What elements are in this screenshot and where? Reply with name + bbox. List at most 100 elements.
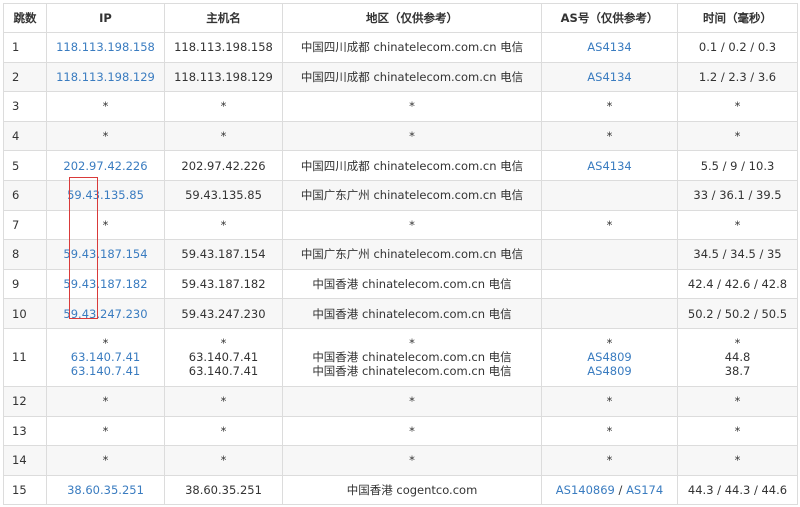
cell-hop: 12 (3, 385, 47, 417)
region-value: 中国香港 chinatelecom.com.cn 电信 (312, 364, 512, 379)
as-link[interactable]: AS174 (626, 483, 663, 497)
ip-value: * (102, 423, 109, 438)
ip-value: * (102, 336, 109, 351)
ip-value[interactable]: 38.60.35.251 (67, 483, 144, 497)
cell-host: 59.43.135.85 (164, 179, 283, 211)
time-value: 44.3 / 44.3 / 44.6 (687, 483, 788, 498)
ip-value: * (102, 217, 109, 232)
cell-region: 中国香港 cogentco.com (282, 474, 542, 506)
as-value[interactable]: AS4134 (587, 40, 631, 54)
cell-ip: 59.43.187.154 (46, 239, 165, 270)
cell-as (541, 239, 678, 270)
host-value: * (220, 129, 227, 144)
cell-host: 118.113.198.158 (164, 32, 283, 63)
hop-value: 12 (12, 394, 27, 409)
time-value: 1.2 / 2.3 / 3.6 (698, 69, 777, 84)
cell-hop: 5 (3, 150, 47, 181)
time-value: 5.5 / 9 / 10.3 (700, 158, 775, 173)
cell-time: * 44.8 38.7 (677, 327, 798, 387)
cell-region: * (282, 385, 542, 417)
region-value: 中国四川成都 chinatelecom.com.cn 电信 (300, 158, 524, 173)
cell-hop: 7 (3, 209, 47, 241)
cell-region: * (282, 415, 542, 447)
ip-value[interactable]: 59.43.135.85 (67, 188, 144, 202)
cell-region: * 中国香港 chinatelecom.com.cn 电信 中国香港 chinate… (282, 327, 542, 387)
hop-value: 13 (12, 423, 27, 438)
region-value: * (409, 99, 415, 114)
traceroute-table: 跳数 IP 主机名 地区（仅供参考） AS号（仅供参考） 时间（毫秒） 1 118… (3, 3, 798, 506)
cell-host: * (164, 209, 283, 241)
host-value: 202.97.42.226 (181, 158, 266, 173)
time-value: * (734, 129, 741, 144)
cell-region: * (282, 209, 542, 241)
ip-value[interactable]: 202.97.42.226 (63, 159, 147, 173)
cell-ip: 38.60.35.251 (46, 474, 165, 506)
host-value: 59.43.247.230 (181, 306, 266, 321)
table-row: 12 * * * * * (3, 385, 798, 417)
table-row: 10 59.43.247.230 59.43.247.230 中国香港 chinate… (3, 298, 798, 329)
ip-value[interactable]: 118.113.198.158 (56, 40, 155, 54)
as-value[interactable]: AS4134 (587, 159, 631, 173)
time-value: * (734, 336, 741, 351)
time-value: * (734, 394, 741, 409)
ip-value[interactable]: 59.43.187.182 (63, 277, 147, 291)
cell-time: * (677, 445, 798, 476)
cell-as (541, 268, 678, 300)
ip-value[interactable]: 63.140.7.41 (51, 350, 160, 364)
cell-as: * (541, 445, 678, 476)
hop-value: 15 (12, 483, 27, 498)
as-value[interactable]: AS4809 (546, 350, 673, 364)
cell-region: 中国四川成都 chinatelecom.com.cn 电信 (282, 32, 542, 63)
time-value: 42.4 / 42.6 / 42.8 (687, 277, 788, 292)
hop-value: 1 (12, 40, 20, 55)
cell-ip: * (46, 91, 165, 122)
ip-value: * (102, 129, 109, 144)
time-value: 50.2 / 50.2 / 50.5 (687, 306, 788, 321)
ip-value[interactable]: 118.113.198.129 (56, 70, 155, 84)
table-row: 8 59.43.187.154 59.43.187.154 中国广东广州 chinat… (3, 239, 798, 270)
cell-time: * (677, 120, 798, 152)
cell-hop: 9 (3, 268, 47, 300)
cell-hop: 11 (3, 327, 47, 387)
as-link[interactable]: AS140869 (556, 483, 615, 497)
region-value: * (409, 423, 415, 438)
cell-region: 中国四川成都 chinatelecom.com.cn 电信 (282, 150, 542, 181)
hop-value: 2 (12, 69, 20, 84)
ip-value: * (102, 453, 109, 468)
cell-region: 中国广东广州 chinatelecom.com.cn 电信 (282, 239, 542, 270)
cell-as: * (541, 209, 678, 241)
cell-ip: 202.97.42.226 (46, 150, 165, 181)
region-value: 中国广东广州 chinatelecom.com.cn 电信 (300, 247, 524, 262)
cell-time: * (677, 209, 798, 241)
host-value: 59.43.187.182 (181, 277, 266, 292)
cell-host: 38.60.35.251 (164, 474, 283, 506)
region-value: 中国四川成都 chinatelecom.com.cn 电信 (300, 69, 524, 84)
cell-ip: * (46, 209, 165, 241)
cell-region: 中国广东广州 chinatelecom.com.cn 电信 (282, 179, 542, 211)
as-value[interactable]: AS4134 (587, 70, 631, 84)
cell-host: 59.43.187.182 (164, 268, 283, 300)
cell-as: AS4134 (541, 150, 678, 181)
hop-value: 6 (12, 188, 20, 203)
as-value: * (606, 394, 613, 409)
cell-host: 118.113.198.129 (164, 61, 283, 93)
cell-time: 1.2 / 2.3 / 3.6 (677, 61, 798, 93)
header-host: 主机名 (164, 3, 283, 33)
time-value: * (734, 217, 741, 232)
as-value[interactable]: AS4809 (546, 364, 673, 378)
as-value: * (606, 99, 613, 114)
region-value: * (409, 129, 415, 144)
region-value: * (409, 217, 415, 232)
cell-as (541, 298, 678, 329)
region-value: 中国四川成都 chinatelecom.com.cn 电信 (300, 40, 524, 55)
cell-region: 中国香港 chinatelecom.com.cn 电信 (282, 268, 542, 300)
ip-value[interactable]: 63.140.7.41 (51, 364, 160, 378)
cell-time: * (677, 385, 798, 417)
cell-region: 中国香港 chinatelecom.com.cn 电信 (282, 298, 542, 329)
cell-host: * 63.140.7.41 63.140.7.41 (164, 327, 283, 387)
cell-time: 5.5 / 9 / 10.3 (677, 150, 798, 181)
ip-value[interactable]: 59.43.247.230 (63, 307, 147, 321)
cell-ip: 59.43.135.85 (46, 179, 165, 211)
cell-ip: 59.43.187.182 (46, 268, 165, 300)
ip-value[interactable]: 59.43.187.154 (63, 247, 147, 261)
